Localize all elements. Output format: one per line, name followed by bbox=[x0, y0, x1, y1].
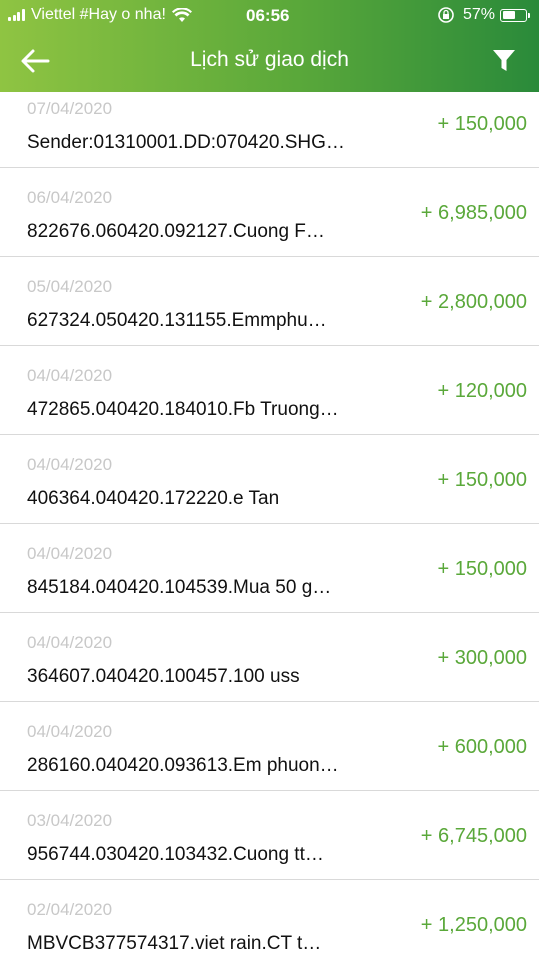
transaction-description: 406364.040420.172220.e Tan bbox=[27, 488, 280, 509]
transaction-description: 286160.040420.093613.Em phuon… bbox=[27, 755, 339, 776]
transaction-description: 627324.050420.131155.Emmphu… bbox=[27, 310, 327, 331]
app-header: Viettel #Hay o nha! 06:56 57% Lịch sử gi… bbox=[0, 0, 539, 92]
transaction-description: 845184.040420.104539.Mua 50 g… bbox=[27, 577, 332, 598]
transaction-date: 04/04/2020 bbox=[27, 633, 113, 652]
transaction-description: MBVCB377574317.viet rain.CT t… bbox=[27, 933, 322, 954]
transaction-date: 07/04/2020 bbox=[27, 99, 113, 118]
transaction-list[interactable]: 07/04/2020 Sender:01310001.DD:070420.SHG…… bbox=[0, 92, 539, 960]
filter-button[interactable] bbox=[491, 47, 517, 75]
battery-percentage: 57% bbox=[462, 6, 495, 23]
transaction-date: 04/04/2020 bbox=[27, 544, 113, 563]
transaction-row[interactable]: 05/04/2020 627324.050420.131155.Emmphu… + … bbox=[0, 257, 539, 346]
carrier-name: Viettel #Hay o nha! bbox=[31, 6, 166, 23]
page-title: Lịch sử giao dịch bbox=[190, 48, 349, 71]
signal-strength-icon bbox=[8, 9, 26, 21]
transaction-amount: + 6,745,000 bbox=[420, 825, 527, 847]
transaction-row[interactable]: 04/04/2020 286160.040420.093613.Em phuon…… bbox=[0, 702, 539, 791]
transaction-row[interactable]: 04/04/2020 845184.040420.104539.Mua 50 g…… bbox=[0, 524, 539, 613]
transaction-amount: + 1,250,000 bbox=[420, 914, 527, 936]
transaction-date: 05/04/2020 bbox=[27, 277, 113, 296]
battery-icon bbox=[500, 8, 530, 22]
transaction-amount: + 150,000 bbox=[437, 113, 527, 135]
transaction-row[interactable]: 02/04/2020 MBVCB377574317.viet rain.CT t…… bbox=[0, 880, 539, 960]
transaction-amount: + 150,000 bbox=[437, 558, 527, 580]
transaction-row[interactable]: 03/04/2020 956744.030420.103432.Cuong tt…… bbox=[0, 791, 539, 880]
transaction-amount: + 600,000 bbox=[437, 736, 527, 758]
transaction-amount: + 150,000 bbox=[437, 469, 527, 491]
status-bar: Viettel #Hay o nha! 06:56 57% bbox=[0, 0, 539, 32]
transaction-row[interactable]: 04/04/2020 364607.040420.100457.100 uss + … bbox=[0, 613, 539, 702]
transaction-row[interactable]: 04/04/2020 406364.040420.172220.e Tan + 15… bbox=[0, 435, 539, 524]
transaction-date: 04/04/2020 bbox=[27, 722, 113, 741]
transaction-description: 822676.060420.092127.Cuong F… bbox=[27, 221, 325, 242]
wifi-icon bbox=[171, 7, 192, 22]
battery-level bbox=[502, 11, 516, 19]
transaction-description: 956744.030420.103432.Cuong tt… bbox=[27, 844, 324, 865]
status-left: Viettel #Hay o nha! bbox=[8, 6, 192, 24]
transaction-description: 364607.040420.100457.100 uss bbox=[27, 666, 300, 687]
transaction-date: 06/04/2020 bbox=[27, 188, 113, 207]
transaction-row[interactable]: 07/04/2020 Sender:01310001.DD:070420.SHG…… bbox=[0, 92, 539, 168]
transaction-date: 04/04/2020 bbox=[27, 366, 113, 385]
transaction-amount: + 2,800,000 bbox=[420, 291, 527, 313]
transaction-amount: + 300,000 bbox=[437, 647, 527, 669]
transaction-date: 02/04/2020 bbox=[27, 900, 113, 919]
transaction-description: 472865.040420.184010.Fb Truong… bbox=[27, 399, 339, 420]
transaction-amount: + 6,985,000 bbox=[420, 202, 527, 224]
transaction-row[interactable]: 04/04/2020 472865.040420.184010.Fb Truong… bbox=[0, 346, 539, 435]
transaction-row[interactable]: 06/04/2020 822676.060420.092127.Cuong F… +… bbox=[0, 168, 539, 257]
transaction-amount: + 120,000 bbox=[437, 380, 527, 402]
transaction-date: 03/04/2020 bbox=[27, 811, 113, 830]
clock: 06:56 bbox=[246, 6, 290, 25]
rotation-lock-icon bbox=[438, 7, 454, 23]
transaction-date: 04/04/2020 bbox=[27, 455, 113, 474]
transaction-description: Sender:01310001.DD:070420.SHG… bbox=[27, 132, 345, 153]
status-right: 57% bbox=[437, 6, 530, 24]
